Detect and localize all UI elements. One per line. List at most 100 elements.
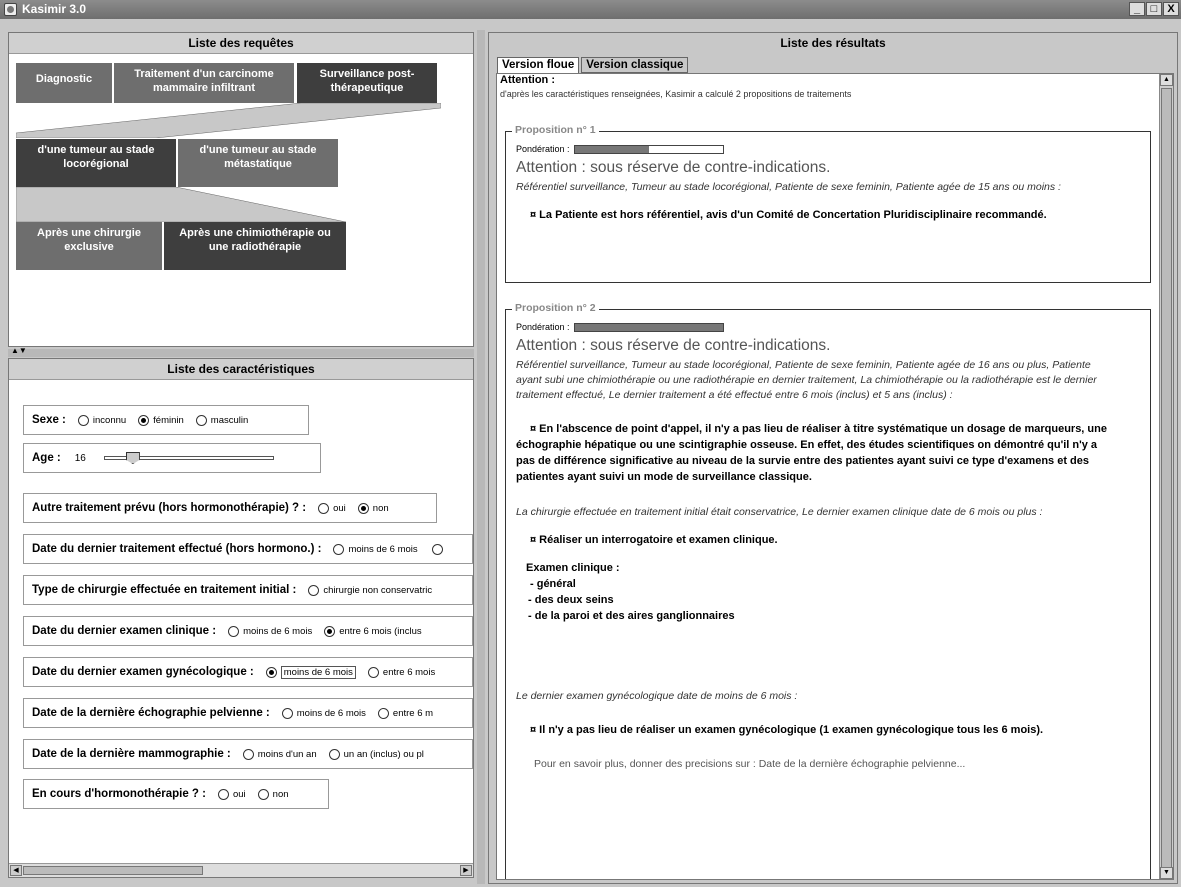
sexe-masculin-radio[interactable]: masculin	[195, 414, 248, 426]
requests-title: Liste des requêtes	[9, 33, 473, 54]
sexe-feminin-radio[interactable]: féminin	[138, 414, 184, 426]
query-diagnostic[interactable]: Diagnostic	[16, 63, 112, 103]
date-echo-field: Date de la dernière échographie pelvienn…	[23, 698, 473, 728]
date-gyneco-field: Date du dernier examen gynécologique : m…	[23, 657, 473, 687]
attention-header: Attention :	[500, 74, 555, 86]
characteristics-hscrollbar[interactable]: ◀ ▶	[9, 863, 473, 877]
characteristics-title: Liste des caractéristiques	[9, 359, 473, 380]
age-value: 16	[74, 452, 86, 464]
window-title: Kasimir 3.0	[22, 2, 87, 16]
clinique-entre6-radio[interactable]: entre 6 mois (inclus	[324, 625, 422, 637]
hscroll-thumb[interactable]	[23, 866, 203, 875]
tab-version-classique[interactable]: Version classique	[581, 57, 689, 73]
proposition-1-warning: Attention : sous réserve de contre-indic…	[516, 159, 831, 176]
proposition-2-rec1: ¤ En l'abscence de point d'appel, il n'y…	[516, 423, 1107, 483]
app-icon	[4, 3, 17, 16]
ponderation-1: Pondération :	[516, 144, 1140, 154]
proposition-2-context3: Le dernier examen gynécologique date de …	[516, 690, 798, 702]
age-label: Age :	[32, 452, 61, 464]
autre-traitement-label: Autre traitement prévu (hors hormonothér…	[32, 502, 307, 514]
proposition-1-rec: ¤ La Patiente est hors référentiel, avis…	[530, 209, 1047, 221]
sexe-label: Sexe :	[32, 414, 66, 426]
ponderation-2: Pondération :	[516, 322, 1140, 332]
results-panel: Liste des résultats Version floue Versio…	[488, 32, 1178, 884]
proposition-2: Proposition n° 2 Pondération : Attention…	[505, 302, 1151, 879]
date-mammo-field: Date de la dernière mammographie : moins…	[23, 739, 473, 769]
sexe-inconnu-radio[interactable]: inconnu	[77, 414, 126, 426]
proposition-2-rec3: ¤ Il n'y a pas lieu de réaliser un exame…	[530, 724, 1044, 736]
date-clinique-label: Date du dernier examen clinique :	[32, 625, 217, 637]
type-chirurgie-label: Type de chirurgie effectuée en traitemen…	[32, 584, 297, 596]
ponderation-1-bar	[573, 144, 724, 154]
proposition-1-legend: Proposition n° 1	[512, 124, 599, 136]
results-tabs: Version floue Version classique	[497, 57, 690, 73]
date-traitement-next-radio[interactable]	[431, 543, 447, 555]
results-content: Attention : d'après les caractéristiques…	[496, 73, 1174, 880]
gyneco-moins6-radio[interactable]: moins de 6 mois	[265, 665, 356, 679]
proposition-2-legend: Proposition n° 2	[512, 302, 599, 314]
date-traitement-field: Date du dernier traitement effectué (hor…	[23, 534, 473, 564]
age-slider-thumb[interactable]	[125, 452, 140, 464]
title-bar: Kasimir 3.0 _ □ X	[0, 0, 1181, 19]
proposition-2-warning: Attention : sous réserve de contre-indic…	[516, 337, 831, 354]
hormono-field: En cours d'hormonothérapie ? : oui non	[23, 779, 329, 809]
autre-traitement-field: Autre traitement prévu (hors hormonothér…	[23, 493, 437, 523]
echo-moins6-radio[interactable]: moins de 6 mois	[281, 707, 366, 719]
autre-non-radio[interactable]: non	[357, 502, 389, 514]
results-title: Liste des résultats	[489, 33, 1177, 54]
query-surveillance[interactable]: Surveillance post-thérapeutique	[297, 63, 437, 103]
hormono-label: En cours d'hormonothérapie ? :	[32, 788, 206, 800]
proposition-2-context: Référentiel surveillance, Tumeur au stad…	[516, 359, 1097, 401]
scroll-right-arrow-icon[interactable]: ▶	[460, 865, 472, 876]
proposition-2-rec2: ¤ Réaliser un interrogatoire et examen c…	[530, 534, 778, 546]
exam-title: Examen clinique :	[526, 562, 620, 574]
query-connector-1	[16, 103, 441, 138]
results-vscrollbar[interactable]: ▲ ▼	[1159, 74, 1173, 879]
exam-item-general: - général	[530, 578, 576, 590]
date-clinique-field: Date du dernier examen clinique : moins …	[23, 616, 473, 646]
ponderation-2-bar	[573, 322, 724, 332]
close-button[interactable]: X	[1163, 2, 1179, 16]
query-metastatique[interactable]: d'une tumeur au stade métastatique	[178, 139, 338, 187]
scroll-left-arrow-icon[interactable]: ◀	[10, 865, 22, 876]
echo-entre6-radio[interactable]: entre 6 m	[377, 707, 433, 719]
mammo-1an-radio[interactable]: un an (inclus) ou pl	[328, 748, 424, 760]
vertical-splitter[interactable]	[477, 30, 485, 884]
date-gyneco-label: Date du dernier examen gynécologique :	[32, 666, 254, 678]
requests-panel: Liste des requêtes Diagnostic Traitement…	[8, 32, 474, 347]
query-locoregional[interactable]: d'une tumeur au stade locorégional	[16, 139, 176, 187]
gyneco-entre6-radio[interactable]: entre 6 mois	[367, 666, 435, 678]
scroll-down-arrow-icon[interactable]: ▼	[1160, 867, 1173, 879]
vscroll-thumb[interactable]	[1161, 88, 1172, 868]
chirurgie-non-conservatrice-radio[interactable]: chirurgie non conservatric	[308, 584, 432, 596]
mammo-moins1an-radio[interactable]: moins d'un an	[242, 748, 317, 760]
date-traitement-moins6-radio[interactable]: moins de 6 mois	[333, 543, 418, 555]
characteristics-panel: Liste des caractéristiques Sexe : inconn…	[8, 358, 474, 878]
hormono-non-radio[interactable]: non	[257, 788, 289, 800]
more-info-link[interactable]: Pour en savoir plus, donner des precisio…	[534, 758, 1140, 770]
scroll-up-arrow-icon[interactable]: ▲	[1160, 74, 1173, 86]
query-traitement[interactable]: Traitement d'un carcinome mammaire infil…	[114, 63, 294, 103]
tab-version-floue[interactable]: Version floue	[497, 57, 580, 73]
exam-item-seins: - des deux seins	[528, 594, 614, 606]
proposition-2-context2: La chirurgie effectuée en traitement ini…	[516, 506, 1043, 518]
proposition-1: Proposition n° 1 Pondération : Attention…	[505, 124, 1151, 283]
sexe-field: Sexe : inconnu féminin masculin	[23, 405, 309, 435]
type-chirurgie-field: Type de chirurgie effectuée en traitemen…	[23, 575, 473, 605]
hormono-oui-radio[interactable]: oui	[217, 788, 246, 800]
proposition-1-context: Référentiel surveillance, Tumeur au stad…	[516, 181, 1061, 193]
autre-oui-radio[interactable]: oui	[318, 502, 346, 514]
query-chimio[interactable]: Après une chimiothérapie ou une radiothé…	[164, 222, 346, 270]
date-traitement-label: Date du dernier traitement effectué (hor…	[32, 543, 322, 555]
date-echo-label: Date de la dernière échographie pelvienn…	[32, 707, 270, 719]
clinique-moins6-radio[interactable]: moins de 6 mois	[228, 625, 312, 637]
age-slider[interactable]	[103, 452, 274, 464]
results-intro: d'après les caractéristiques renseignées…	[500, 89, 852, 99]
exam-item-paroi: - de la paroi et des aires ganglionnaire…	[528, 610, 735, 622]
window-controls: _ □ X	[1129, 2, 1179, 16]
horizontal-splitter[interactable]: ▲▼	[8, 346, 474, 357]
age-field: Age : 16	[23, 443, 321, 473]
query-chirurgie[interactable]: Après une chirurgie exclusive	[16, 222, 162, 270]
minimize-button[interactable]: _	[1129, 2, 1145, 16]
maximize-button[interactable]: □	[1146, 2, 1162, 16]
